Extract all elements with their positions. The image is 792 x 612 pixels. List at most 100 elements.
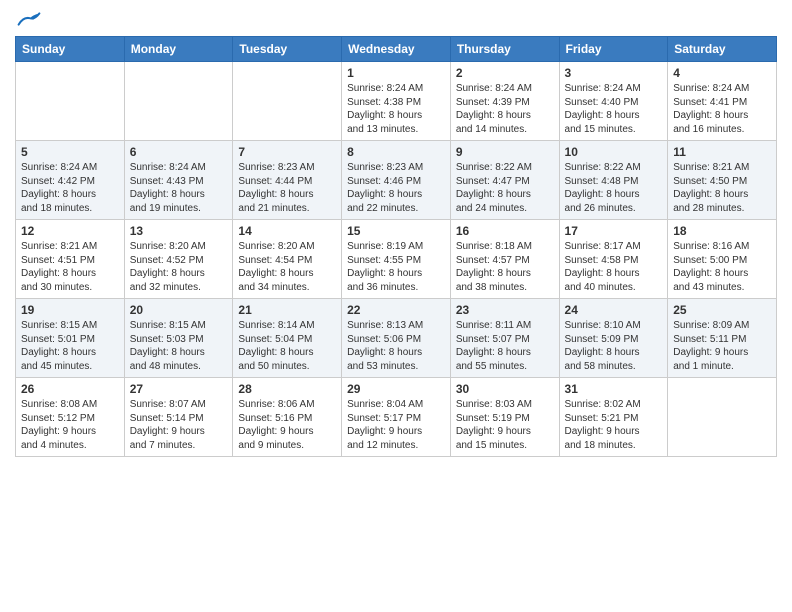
- calendar-cell: 13 Sunrise: 8:20 AM Sunset: 4:52 PM Dayli…: [124, 220, 233, 299]
- day-info: Sunrise: 8:21 AM Sunset: 4:50 PM Dayligh…: [673, 161, 771, 215]
- header: [15, 10, 777, 28]
- day-number: 12: [21, 224, 119, 238]
- day-number: 20: [130, 303, 228, 317]
- day-number: 21: [238, 303, 336, 317]
- day-number: 27: [130, 382, 228, 396]
- calendar-cell: 8Sunrise: 8:23 AM Sunset: 4:46 PM Daylig…: [342, 141, 451, 220]
- day-number: 3: [565, 66, 663, 80]
- day-number: 9: [456, 145, 554, 159]
- day-info: Sunrise: 8:14 AM Sunset: 5:04 PM Dayligh…: [238, 319, 336, 373]
- calendar-cell: 27 Sunrise: 8:07 AM Sunset: 5:14 PM Dayli…: [124, 378, 233, 457]
- calendar-week-row: 19 Sunrise: 8:15 AM Sunset: 5:01 PM Dayli…: [16, 299, 777, 378]
- calendar-cell: 31Sunrise: 8:02 AM Sunset: 5:21 PM Dayli…: [559, 378, 668, 457]
- day-number: 13: [130, 224, 228, 238]
- day-number: 1: [347, 66, 445, 80]
- calendar-cell: 26Sunrise: 8:08 AM Sunset: 5:12 PM Dayli…: [16, 378, 125, 457]
- calendar-cell: 30Sunrise: 8:03 AM Sunset: 5:19 PM Dayli…: [450, 378, 559, 457]
- day-info: Sunrise: 8:21 AM Sunset: 4:51 PM Dayligh…: [21, 240, 119, 294]
- weekday-header: Saturday: [668, 37, 777, 62]
- calendar-week-row: 5 Sunrise: 8:24 AM Sunset: 4:42 PM Daylig…: [16, 141, 777, 220]
- day-info: Sunrise: 8:02 AM Sunset: 5:21 PM Dayligh…: [565, 398, 663, 452]
- weekday-header: Wednesday: [342, 37, 451, 62]
- day-number: 19: [21, 303, 119, 317]
- day-info: Sunrise: 8:23 AM Sunset: 4:46 PM Dayligh…: [347, 161, 445, 215]
- day-info: Sunrise: 8:22 AM Sunset: 4:48 PM Dayligh…: [565, 161, 663, 215]
- day-info: Sunrise: 8:16 AM Sunset: 5:00 PM Dayligh…: [673, 240, 771, 294]
- calendar-cell: 18Sunrise: 8:16 AM Sunset: 5:00 PM Dayli…: [668, 220, 777, 299]
- weekday-header: Tuesday: [233, 37, 342, 62]
- day-number: 22: [347, 303, 445, 317]
- day-number: 26: [21, 382, 119, 396]
- calendar-cell: [233, 62, 342, 141]
- day-number: 28: [238, 382, 336, 396]
- calendar-cell: 21 Sunrise: 8:14 AM Sunset: 5:04 PM Dayli…: [233, 299, 342, 378]
- calendar-cell: 17 Sunrise: 8:17 AM Sunset: 4:58 PM Dayli…: [559, 220, 668, 299]
- calendar-cell: 2 Sunrise: 8:24 AM Sunset: 4:39 PM Daylig…: [450, 62, 559, 141]
- calendar-cell: 12 Sunrise: 8:21 AM Sunset: 4:51 PM Dayli…: [16, 220, 125, 299]
- calendar-cell: 19 Sunrise: 8:15 AM Sunset: 5:01 PM Dayli…: [16, 299, 125, 378]
- day-number: 4: [673, 66, 771, 80]
- day-info: Sunrise: 8:10 AM Sunset: 5:09 PM Dayligh…: [565, 319, 663, 373]
- day-number: 17: [565, 224, 663, 238]
- day-info: Sunrise: 8:17 AM Sunset: 4:58 PM Dayligh…: [565, 240, 663, 294]
- weekday-header: Thursday: [450, 37, 559, 62]
- calendar-cell: 20 Sunrise: 8:15 AM Sunset: 5:03 PM Dayli…: [124, 299, 233, 378]
- day-number: 24: [565, 303, 663, 317]
- day-info: Sunrise: 8:03 AM Sunset: 5:19 PM Dayligh…: [456, 398, 554, 452]
- day-number: 16: [456, 224, 554, 238]
- calendar-cell: 7 Sunrise: 8:23 AM Sunset: 4:44 PM Daylig…: [233, 141, 342, 220]
- calendar-cell: 16Sunrise: 8:18 AM Sunset: 4:57 PM Dayli…: [450, 220, 559, 299]
- day-number: 15: [347, 224, 445, 238]
- calendar-cell: 6 Sunrise: 8:24 AM Sunset: 4:43 PM Daylig…: [124, 141, 233, 220]
- day-info: Sunrise: 8:07 AM Sunset: 5:14 PM Dayligh…: [130, 398, 228, 452]
- calendar-cell: 22 Sunrise: 8:13 AM Sunset: 5:06 PM Dayli…: [342, 299, 451, 378]
- calendar-week-row: 1 Sunrise: 8:24 AM Sunset: 4:38 PM Daylig…: [16, 62, 777, 141]
- day-info: Sunrise: 8:15 AM Sunset: 5:03 PM Dayligh…: [130, 319, 228, 373]
- day-info: Sunrise: 8:24 AM Sunset: 4:38 PM Dayligh…: [347, 82, 445, 136]
- calendar-cell: 3 Sunrise: 8:24 AM Sunset: 4:40 PM Daylig…: [559, 62, 668, 141]
- calendar-cell: 14 Sunrise: 8:20 AM Sunset: 4:54 PM Dayli…: [233, 220, 342, 299]
- calendar-cell: 1 Sunrise: 8:24 AM Sunset: 4:38 PM Daylig…: [342, 62, 451, 141]
- calendar-cell: 15 Sunrise: 8:19 AM Sunset: 4:55 PM Dayli…: [342, 220, 451, 299]
- day-info: Sunrise: 8:11 AM Sunset: 5:07 PM Dayligh…: [456, 319, 554, 373]
- calendar-cell: 11 Sunrise: 8:21 AM Sunset: 4:50 PM Dayli…: [668, 141, 777, 220]
- calendar-cell: 24 Sunrise: 8:10 AM Sunset: 5:09 PM Dayli…: [559, 299, 668, 378]
- day-info: Sunrise: 8:24 AM Sunset: 4:40 PM Dayligh…: [565, 82, 663, 136]
- day-info: Sunrise: 8:20 AM Sunset: 4:52 PM Dayligh…: [130, 240, 228, 294]
- day-info: Sunrise: 8:24 AM Sunset: 4:39 PM Dayligh…: [456, 82, 554, 136]
- page: SundayMondayTuesdayWednesdayThursdayFrid…: [0, 0, 792, 612]
- day-number: 10: [565, 145, 663, 159]
- day-number: 25: [673, 303, 771, 317]
- logo: [15, 10, 41, 28]
- day-info: Sunrise: 8:24 AM Sunset: 4:43 PM Dayligh…: [130, 161, 228, 215]
- calendar-cell: 10 Sunrise: 8:22 AM Sunset: 4:48 PM Dayli…: [559, 141, 668, 220]
- day-number: 6: [130, 145, 228, 159]
- day-number: 5: [21, 145, 119, 159]
- day-info: Sunrise: 8:20 AM Sunset: 4:54 PM Dayligh…: [238, 240, 336, 294]
- calendar-cell: 9 Sunrise: 8:22 AM Sunset: 4:47 PM Daylig…: [450, 141, 559, 220]
- day-info: Sunrise: 8:23 AM Sunset: 4:44 PM Dayligh…: [238, 161, 336, 215]
- calendar-cell: 23 Sunrise: 8:11 AM Sunset: 5:07 PM Dayli…: [450, 299, 559, 378]
- day-number: 14: [238, 224, 336, 238]
- calendar-cell: [16, 62, 125, 141]
- calendar-cell: [124, 62, 233, 141]
- day-number: 11: [673, 145, 771, 159]
- day-number: 23: [456, 303, 554, 317]
- weekday-header: Sunday: [16, 37, 125, 62]
- day-info: Sunrise: 8:09 AM Sunset: 5:11 PM Dayligh…: [673, 319, 771, 373]
- day-info: Sunrise: 8:19 AM Sunset: 4:55 PM Dayligh…: [347, 240, 445, 294]
- day-info: Sunrise: 8:24 AM Sunset: 4:42 PM Dayligh…: [21, 161, 119, 215]
- day-info: Sunrise: 8:13 AM Sunset: 5:06 PM Dayligh…: [347, 319, 445, 373]
- day-info: Sunrise: 8:04 AM Sunset: 5:17 PM Dayligh…: [347, 398, 445, 452]
- day-number: 2: [456, 66, 554, 80]
- calendar-cell: 4 Sunrise: 8:24 AM Sunset: 4:41 PM Daylig…: [668, 62, 777, 141]
- calendar-week-row: 12 Sunrise: 8:21 AM Sunset: 4:51 PM Dayli…: [16, 220, 777, 299]
- day-info: Sunrise: 8:24 AM Sunset: 4:41 PM Dayligh…: [673, 82, 771, 136]
- day-info: Sunrise: 8:15 AM Sunset: 5:01 PM Dayligh…: [21, 319, 119, 373]
- calendar-week-row: 26Sunrise: 8:08 AM Sunset: 5:12 PM Dayli…: [16, 378, 777, 457]
- calendar-cell: 25 Sunrise: 8:09 AM Sunset: 5:11 PM Dayli…: [668, 299, 777, 378]
- day-info: Sunrise: 8:22 AM Sunset: 4:47 PM Dayligh…: [456, 161, 554, 215]
- weekday-header-row: SundayMondayTuesdayWednesdayThursdayFrid…: [16, 37, 777, 62]
- day-number: 7: [238, 145, 336, 159]
- calendar-cell: 5 Sunrise: 8:24 AM Sunset: 4:42 PM Daylig…: [16, 141, 125, 220]
